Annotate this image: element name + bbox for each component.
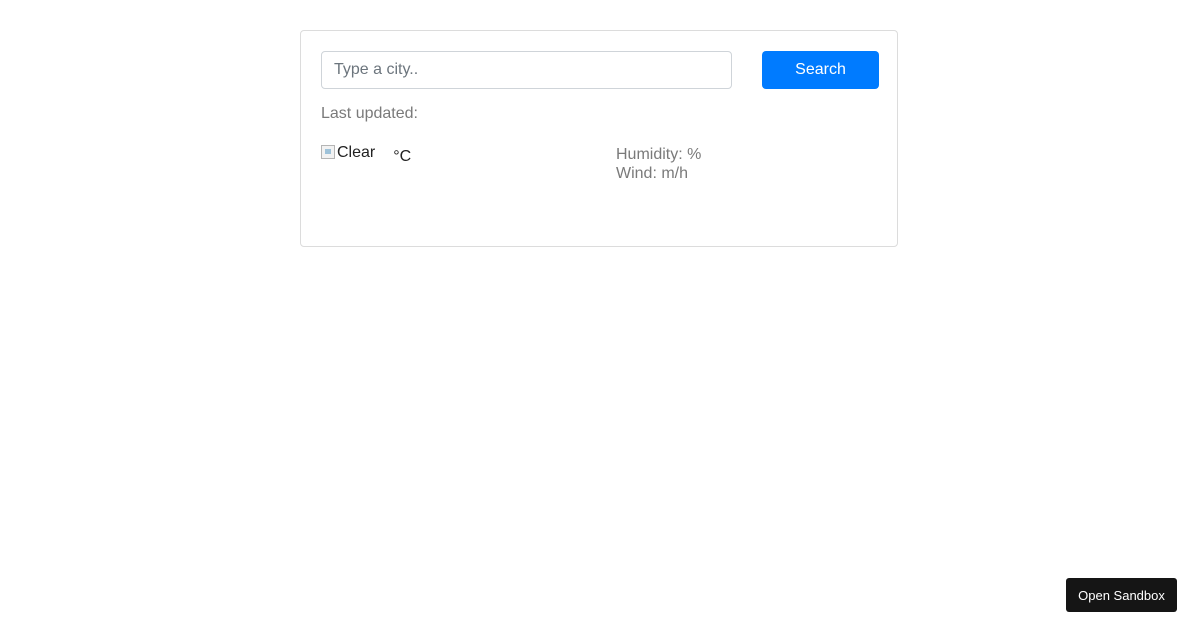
weather-image: Clear [321, 144, 375, 162]
weather-image-alt-text: Clear [337, 144, 376, 161]
current-weather: Clear °C [321, 144, 411, 174]
page: Search Last updated: Clear °C Humidity: … [0, 0, 1200, 630]
temperature-value: °C [393, 148, 412, 165]
last-updated-label: Last updated: [321, 105, 418, 122]
city-search-input[interactable] [321, 51, 732, 89]
weather-card: Search Last updated: Clear °C Humidity: … [300, 30, 898, 247]
wind-label: Wind: m/h [616, 165, 689, 182]
search-button[interactable]: Search [762, 51, 879, 89]
humidity-label: Humidity: % [616, 146, 702, 163]
open-sandbox-button[interactable]: Open Sandbox [1066, 578, 1177, 612]
search-row: Search [321, 51, 879, 89]
broken-image-icon [321, 145, 335, 159]
weather-details: Humidity: % Wind: m/h [616, 145, 701, 183]
